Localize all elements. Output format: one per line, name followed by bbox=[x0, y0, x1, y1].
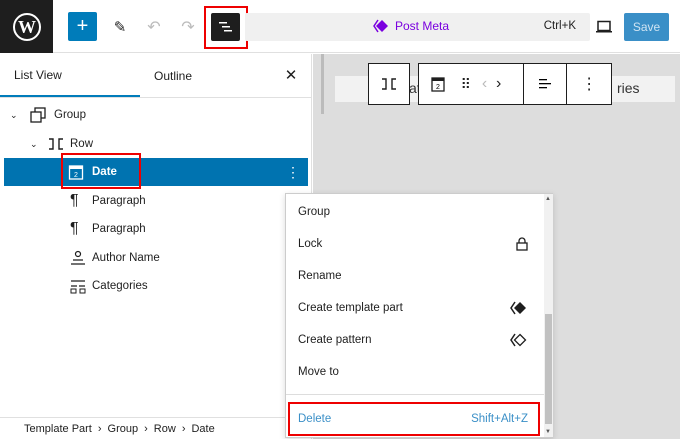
list-view-sidebar: List View Outline ✕ ⌄ Group ⌄ Row 2 Date… bbox=[0, 54, 312, 439]
block-toolbar: 2 ⠿ ‹ › ⋮ bbox=[418, 63, 612, 105]
list-item-label: Paragraph bbox=[92, 223, 146, 235]
paragraph-icon: ¶ bbox=[70, 220, 79, 237]
block-options-menu: Group Lock Rename Create template part C… bbox=[285, 193, 553, 438]
menu-item-create-template-part[interactable]: Create template part bbox=[298, 292, 528, 324]
shortcut-label: Ctrl+K bbox=[543, 20, 576, 32]
wordpress-logo[interactable]: W bbox=[0, 0, 53, 53]
redo-icon: ↷ bbox=[181, 18, 195, 36]
list-view-icon bbox=[218, 22, 232, 32]
redo-button[interactable]: ↷ bbox=[176, 12, 200, 41]
svg-text:W: W bbox=[18, 17, 36, 37]
options-button[interactable]: ⋮ bbox=[567, 64, 611, 104]
breadcrumb: Template Part › Group › Row › Date bbox=[0, 417, 285, 439]
list-item-label: Group bbox=[54, 109, 86, 121]
breadcrumb-item[interactable]: Row bbox=[154, 423, 176, 435]
pencil-icon: ✎ bbox=[113, 18, 127, 36]
group-icon bbox=[30, 107, 46, 123]
top-toolbar: W + ✎ ↶ ↷ Post Meta Ctrl+K Save bbox=[0, 0, 680, 53]
align-left-icon bbox=[538, 79, 551, 89]
tab-outline[interactable]: Outline bbox=[140, 54, 270, 97]
list-item-label: Row bbox=[70, 138, 94, 150]
menu-item-create-pattern[interactable]: Create pattern bbox=[298, 324, 528, 356]
move-right-icon[interactable]: › bbox=[496, 75, 501, 93]
breadcrumb-item[interactable]: Group bbox=[108, 423, 139, 435]
options-icon[interactable]: ⋮ bbox=[286, 164, 300, 181]
pattern-icon bbox=[510, 333, 527, 347]
list-item-row[interactable]: ⌄ Row bbox=[4, 130, 308, 158]
undo-button[interactable]: ↶ bbox=[142, 12, 166, 41]
more-vertical-icon: ⋮ bbox=[581, 76, 598, 93]
calendar-icon: 2 bbox=[431, 77, 445, 92]
menu-item-lock[interactable]: Lock bbox=[298, 228, 528, 260]
highlight-box bbox=[288, 402, 540, 436]
list-item-label: Paragraph bbox=[92, 195, 146, 207]
list-item-date[interactable]: 2 Date ⋮ bbox=[4, 158, 308, 186]
chevron-right-icon: › bbox=[181, 422, 186, 435]
tab-list-view[interactable]: List View bbox=[0, 54, 140, 97]
document-title: Post Meta bbox=[395, 19, 450, 33]
chevron-right-icon: › bbox=[97, 422, 102, 435]
paragraph-icon: ¶ bbox=[70, 192, 79, 209]
tools-button[interactable]: ✎ bbox=[108, 12, 132, 41]
template-part-icon bbox=[510, 301, 526, 315]
scrollbar[interactable]: ▲ ▼ bbox=[544, 194, 553, 437]
canvas-text: ries bbox=[617, 80, 640, 96]
lock-icon bbox=[516, 237, 528, 251]
wordpress-icon: W bbox=[12, 12, 41, 41]
parent-block-button[interactable] bbox=[368, 63, 410, 105]
svg-text:2: 2 bbox=[436, 84, 440, 91]
preview-button[interactable] bbox=[592, 14, 616, 40]
undo-icon: ↶ bbox=[147, 18, 161, 36]
close-icon: ✕ bbox=[284, 67, 298, 84]
align-button[interactable] bbox=[524, 64, 567, 104]
menu-item-rename[interactable]: Rename bbox=[298, 260, 528, 292]
list-item-categories[interactable]: Categories bbox=[4, 272, 308, 300]
close-button[interactable]: ✕ bbox=[280, 64, 302, 86]
list-item-label: Categories bbox=[92, 280, 148, 292]
chevron-down-icon: ⌄ bbox=[30, 138, 38, 149]
save-button[interactable]: Save bbox=[624, 13, 669, 41]
highlight-box bbox=[61, 153, 141, 189]
command-palette-bar[interactable]: Post Meta Ctrl+K bbox=[245, 13, 590, 41]
menu-item-group[interactable]: Group bbox=[298, 196, 528, 228]
row-icon bbox=[382, 78, 396, 90]
chevron-down-icon: ⌄ bbox=[10, 109, 18, 120]
plus-icon: + bbox=[76, 15, 89, 37]
move-left-icon[interactable]: ‹ bbox=[482, 75, 487, 93]
row-icon bbox=[49, 138, 63, 150]
scrollbar[interactable] bbox=[321, 54, 324, 114]
list-item-label: Author Name bbox=[92, 252, 160, 264]
list-item-paragraph[interactable]: ¶ Paragraph bbox=[4, 187, 308, 215]
template-part-icon bbox=[373, 19, 388, 33]
block-type-button[interactable]: 2 bbox=[419, 64, 457, 104]
breadcrumb-item: Date bbox=[191, 422, 215, 435]
list-item-group[interactable]: ⌄ Group bbox=[4, 101, 308, 129]
menu-item-move-to[interactable]: Move to bbox=[298, 356, 528, 388]
drag-handle-icon[interactable]: ⠿ bbox=[457, 76, 475, 93]
list-item-paragraph[interactable]: ¶ Paragraph bbox=[4, 215, 308, 243]
categories-icon bbox=[70, 280, 86, 294]
author-icon bbox=[71, 250, 85, 265]
list-item-author-name[interactable]: Author Name bbox=[4, 244, 308, 272]
document-overview-button[interactable] bbox=[211, 13, 240, 41]
breadcrumb-item[interactable]: Template Part bbox=[24, 423, 92, 435]
add-block-button[interactable]: + bbox=[68, 12, 97, 41]
desktop-icon bbox=[596, 20, 612, 33]
chevron-right-icon: › bbox=[144, 422, 148, 435]
